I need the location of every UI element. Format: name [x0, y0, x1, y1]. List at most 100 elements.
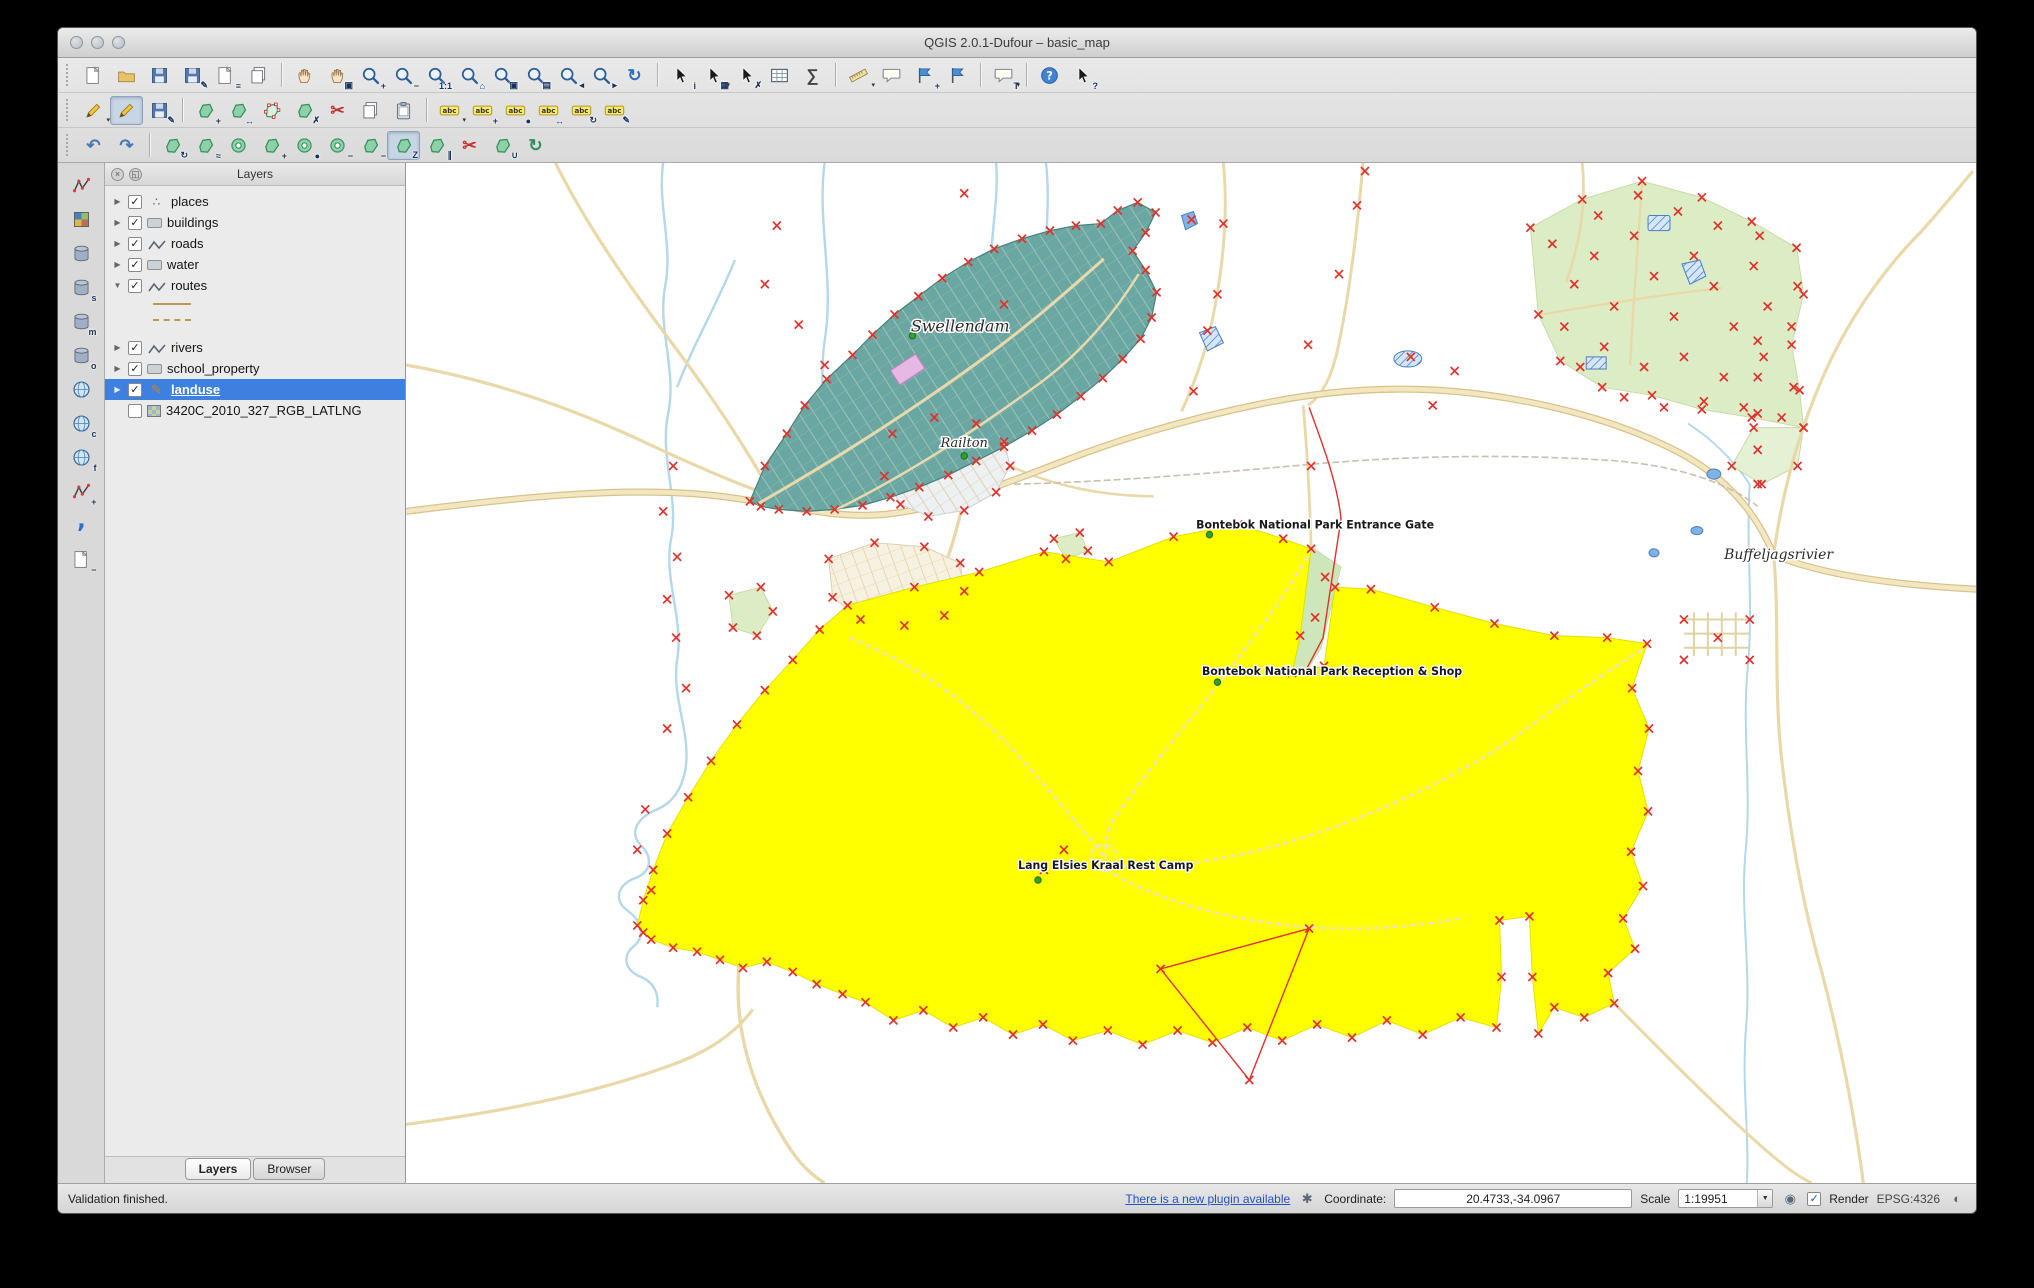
add-spatialite-layer[interactable]: s — [65, 273, 98, 303]
panel-float-icon[interactable]: ◱ — [129, 168, 142, 181]
save-project[interactable] — [143, 61, 176, 90]
layer-item-routes[interactable]: ▼ ✓ routes — [105, 275, 405, 296]
redo[interactable]: ↷ — [110, 131, 143, 160]
expand-arrow-icon[interactable]: ▶ — [112, 239, 123, 248]
zoom-last[interactable]: ◂ — [552, 61, 585, 90]
new-bookmark[interactable]: + — [908, 61, 941, 91]
layer-item-places[interactable]: ▶ ✓ ∴ places — [105, 191, 405, 212]
show-bookmarks[interactable] — [941, 61, 974, 90]
zoom-to-selection[interactable]: ▣ — [486, 61, 519, 90]
reshape-features[interactable]: Z — [387, 130, 420, 160]
current-edits[interactable]: ▾ — [77, 96, 110, 125]
add-wcs-layer[interactable]: c — [65, 409, 98, 439]
close-button[interactable] — [70, 36, 83, 49]
move-label[interactable]: ↔ — [532, 96, 565, 126]
layer-checkbox[interactable]: ✓ — [128, 236, 142, 251]
layer-item-water[interactable]: ▶ ✓ water — [105, 254, 405, 275]
expand-arrow-icon[interactable]: ▶ — [112, 197, 123, 206]
zoom-next[interactable]: ▸ — [585, 61, 618, 90]
rotate-label[interactable]: ↻ — [565, 96, 598, 125]
layer-checkbox[interactable]: ✓ — [128, 382, 142, 397]
new-print-composer[interactable]: ≡ — [209, 61, 242, 91]
add-wfs-layer[interactable]: f — [65, 443, 98, 473]
expand-arrow-icon[interactable]: ▶ — [112, 364, 123, 373]
add-part[interactable]: + — [255, 131, 288, 161]
minimize-button[interactable] — [91, 36, 104, 49]
toolbar-handle[interactable] — [66, 64, 73, 86]
scale-magnifier-icon[interactable]: ◉ — [1781, 1190, 1799, 1208]
pin-unpin-labels[interactable]: + — [466, 96, 499, 126]
node-tool[interactable] — [255, 96, 288, 125]
save-project-as[interactable]: ✎ — [176, 61, 209, 90]
layer-item-landuse[interactable]: ▶ ✓ ✎ landuse — [105, 379, 405, 400]
layer-item-rivers[interactable]: ▶ ✓ rivers — [105, 337, 405, 358]
zoom-out[interactable]: − — [387, 61, 420, 91]
select-features[interactable]: ▦ ▾ — [697, 61, 730, 90]
delete-part[interactable]: − — [354, 131, 387, 161]
labeling-options[interactable]: ▾ — [433, 96, 466, 125]
fill-ring[interactable]: ● — [288, 131, 321, 161]
undo[interactable]: ↶ — [77, 131, 110, 160]
panel-close-icon[interactable]: × — [111, 168, 124, 181]
merge-features[interactable]: ∪ — [486, 131, 519, 160]
split-features[interactable]: ✂ — [453, 131, 486, 160]
expand-arrow-icon[interactable]: ▶ — [112, 260, 123, 269]
delete-ring[interactable]: − — [321, 131, 354, 161]
add-vector-layer[interactable] — [65, 171, 98, 200]
layer-checkbox[interactable]: ✓ — [128, 340, 142, 355]
highlight-pinned-labels[interactable]: ● — [499, 96, 532, 126]
pan-to-selection[interactable]: ▣ — [321, 61, 354, 90]
map-tips[interactable] — [875, 61, 908, 90]
expand-arrow-icon[interactable]: ▶ — [112, 218, 123, 227]
add-ring[interactable] — [222, 131, 255, 160]
simplify-feature[interactable]: ≈ — [189, 131, 222, 161]
tab-layers[interactable]: Layers — [184, 1158, 252, 1180]
layer-checkbox[interactable]: ✓ — [128, 257, 142, 272]
toggle-editing[interactable] — [110, 95, 143, 125]
layer-item-roads[interactable]: ▶ ✓ roads — [105, 233, 405, 254]
paste-features[interactable] — [387, 96, 420, 125]
layer-item-buildings[interactable]: ▶ ✓ buildings — [105, 212, 405, 233]
identify-features[interactable]: i — [664, 61, 697, 91]
add-oracle-layer[interactable]: o — [65, 341, 98, 371]
zoom-full[interactable]: ⌂ — [453, 61, 486, 91]
add-delimited-text-layer[interactable] — [65, 511, 98, 540]
open-project[interactable] — [110, 61, 143, 90]
refresh-map[interactable]: ↻ — [618, 61, 651, 90]
move-feature[interactable]: ↔ — [222, 96, 255, 126]
layer-checkbox[interactable]: ✓ — [128, 361, 142, 376]
whats-this[interactable]: ? — [1066, 61, 1099, 91]
save-layer-edits[interactable]: ✎ — [143, 96, 176, 125]
map-canvas[interactable]: ? abc , — [406, 163, 1976, 1183]
measure[interactable]: ▾ — [842, 61, 875, 90]
plugin-icon[interactable]: ✱ — [1298, 1190, 1316, 1208]
rotate-point-symbols[interactable]: ↻ — [519, 131, 552, 160]
composer-manager[interactable] — [242, 61, 275, 90]
add-feature[interactable]: + — [189, 96, 222, 126]
zoom-button[interactable] — [112, 36, 125, 49]
remove-layer[interactable]: − — [65, 545, 98, 575]
expand-arrow-icon[interactable]: ▼ — [112, 281, 123, 290]
expand-arrow-icon[interactable]: ▶ — [112, 343, 123, 352]
copy-features[interactable] — [354, 96, 387, 125]
layer-checkbox[interactable]: ✓ — [128, 278, 142, 293]
layer-checkbox[interactable] — [128, 403, 142, 418]
add-postgis-layer[interactable] — [65, 239, 98, 268]
delete-selected[interactable]: ✗ — [288, 96, 321, 125]
layer-checkbox[interactable]: ✓ — [128, 194, 142, 209]
zoom-native[interactable]: 1:1 — [420, 61, 453, 91]
expand-arrow-icon[interactable]: ▶ — [112, 385, 123, 394]
plugin-link[interactable]: There is a new plugin available — [1125, 1192, 1290, 1206]
coordinate-input[interactable]: 20.4733,-34.0967 — [1394, 1189, 1633, 1208]
layer-item-3420C_2010_327_RGB_LATLNG[interactable]: 3420C_2010_327_RGB_LATLNG — [105, 400, 405, 421]
add-mssql-layer[interactable]: m — [65, 307, 98, 337]
toolbar-handle[interactable] — [66, 134, 73, 156]
layer-item-school_property[interactable]: ▶ ✓ school_property — [105, 358, 405, 379]
offset-curve[interactable]: ∥ — [420, 131, 453, 160]
new-project[interactable] — [77, 61, 110, 90]
render-checkbox[interactable]: ✓ — [1807, 1191, 1822, 1206]
chevron-down-icon[interactable]: ▼ — [1757, 1190, 1773, 1207]
add-raster-layer[interactable] — [65, 205, 98, 234]
field-calculator[interactable]: ∑ — [796, 61, 829, 90]
scale-combo[interactable]: 1:19951 ▼ — [1678, 1189, 1774, 1208]
